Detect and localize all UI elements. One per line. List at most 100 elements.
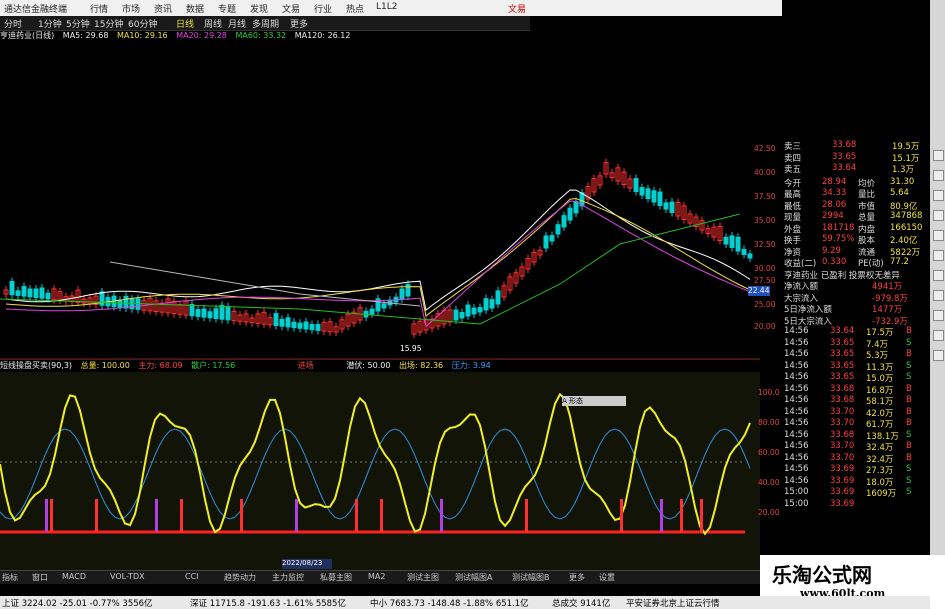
tool-icon-7[interactable]	[933, 270, 944, 281]
signal-bar	[700, 499, 703, 532]
ind-axis-0: 100.0	[758, 388, 780, 397]
tick-row: 14:56 33.64 17.5万 B	[782, 326, 930, 338]
tick-row-cell: B	[906, 349, 912, 359]
tab-9[interactable]: 测试主图	[407, 572, 439, 583]
tab-13[interactable]: 设置	[599, 572, 615, 583]
tick-row-cell: S	[906, 337, 912, 348]
tab-6[interactable]: 主力监控	[272, 572, 304, 583]
stat-row-cell: 最高	[784, 190, 802, 200]
tool-icon-10[interactable]	[933, 330, 944, 341]
tick-row: 14:56 33.69 27.3万 S	[782, 464, 930, 476]
period-button-1[interactable]: 1分钟	[38, 17, 62, 30]
candle	[483, 298, 489, 311]
tick-row-cell: 14:56	[784, 349, 809, 359]
menu-item-1[interactable]: 市场	[122, 2, 140, 15]
signal-bar	[680, 499, 683, 532]
tool-icon-8[interactable]	[933, 290, 944, 301]
tick-row-cell: 33.70	[830, 418, 855, 428]
stat-row-cell: 59.75%	[822, 234, 855, 244]
tab-8[interactable]: MA2	[368, 572, 385, 581]
tab-7[interactable]: 私募主图	[320, 572, 352, 583]
indicator-name[interactable]: 短线操盘买卖(90,3)	[0, 361, 72, 370]
tick-row: 15:00 33.69 1609万 S	[782, 487, 930, 499]
period-button-9[interactable]: 更多	[290, 17, 308, 30]
tick-row-cell: 5.3万	[866, 351, 889, 361]
candle	[195, 309, 201, 317]
tick-row-cell: B	[906, 395, 912, 405]
tool-icon-1[interactable]	[933, 150, 944, 161]
tab-12[interactable]: 更多	[569, 572, 585, 583]
tick-row: 14:56 33.69 18.0万 S	[782, 476, 930, 488]
tick-row: 14:56 33.65 11.3万 S	[782, 360, 930, 373]
pattern-popup[interactable]: A 形态	[562, 396, 626, 406]
menu-item-7[interactable]: 行业	[314, 2, 332, 15]
period-button-7[interactable]: 月线	[228, 17, 246, 30]
candle	[315, 324, 321, 331]
candle	[489, 299, 495, 309]
menu-item-6[interactable]: 文易	[282, 2, 300, 15]
period-button-0[interactable]: 分时	[4, 17, 22, 30]
menu-item-3[interactable]: 数据	[186, 2, 204, 15]
flow-row: 净流入额 4941万	[782, 280, 930, 292]
tool-icon-11[interactable]	[933, 350, 944, 361]
flow-row-cell: 5日大宗流入	[784, 316, 832, 327]
period-button-6[interactable]: 周线	[204, 17, 222, 30]
tool-icon-4[interactable]	[933, 210, 944, 221]
tick-row: 14:56 33.65 5.3万 B	[782, 349, 930, 361]
ma20-value: MA20: 29.28	[176, 31, 227, 40]
stat-row: 换手 59.75% 股本 2.40亿	[782, 234, 930, 246]
candle	[309, 324, 315, 331]
signal-bar	[380, 499, 383, 532]
candle	[285, 317, 291, 328]
date-cursor-label: 2022/08/23	[282, 559, 332, 569]
company-row: 亨迪药业 已盈利 投票权无差异	[782, 269, 930, 281]
tab-5[interactable]: 趋势动力	[224, 572, 256, 583]
stat-row-cell: 市值	[858, 201, 876, 212]
tick-row: 14:56 33.68 16.8万 B	[782, 384, 930, 396]
tool-icon-6[interactable]	[933, 250, 944, 261]
price-axis-5: 30.00	[754, 264, 776, 273]
period-button-5[interactable]: 日线	[176, 17, 194, 30]
signal-bar	[155, 499, 158, 532]
candle	[399, 288, 405, 300]
flow-row-cell: 大宗流入	[784, 293, 819, 304]
menu-item-2[interactable]: 资讯	[154, 2, 172, 15]
period-button-3[interactable]: 15分钟	[94, 17, 123, 30]
tab-0[interactable]: 指标	[2, 572, 18, 583]
chart-canvas[interactable]	[0, 44, 782, 570]
tab-11[interactable]: 测试幅图B	[512, 572, 550, 583]
tab-3[interactable]: VOL-TDX	[110, 572, 145, 581]
menu-item-0[interactable]: 行情	[90, 2, 108, 15]
indicator-legend: 短线操盘买卖(90,3) 总量: 100.00 主力: 68.09 散户: 17…	[0, 360, 760, 372]
tick-row-cell: 14:56	[784, 452, 809, 463]
candle	[735, 236, 741, 252]
candle	[459, 311, 465, 319]
flow-row: 5日净流入额 1477万	[782, 303, 930, 315]
tab-2[interactable]: MACD	[62, 572, 86, 581]
sell-row-cell: 卖四	[784, 153, 802, 164]
menu-item-5[interactable]: 发现	[250, 2, 268, 15]
tab-1[interactable]: 窗口	[32, 572, 48, 583]
tool-icon-5[interactable]	[933, 230, 944, 241]
period-button-2[interactable]: 5分钟	[66, 17, 90, 30]
period-button-4[interactable]: 60分钟	[128, 17, 157, 30]
menu-item-9[interactable]: L1L2	[376, 2, 397, 12]
sell-row-cell: 33.64	[832, 163, 857, 173]
tick-row-cell: B	[906, 326, 912, 336]
tool-icon-3[interactable]	[933, 190, 944, 201]
tool-icon-9[interactable]	[933, 310, 944, 321]
tool-icon-2[interactable]	[933, 170, 944, 181]
tab-10[interactable]: 测试幅图A	[455, 572, 492, 583]
indicator-yali: 压力: 3.94	[451, 361, 491, 370]
candle	[303, 321, 309, 330]
tab-4[interactable]: CCI	[185, 572, 199, 581]
menu-item-4[interactable]: 专题	[218, 2, 236, 15]
top-right-link[interactable]: 文易	[508, 2, 526, 15]
tick-row-cell: S	[906, 360, 912, 371]
tick-row: 14:56 33.70 42.0万 B	[782, 407, 930, 419]
tick-row-cell: 14:56	[784, 337, 809, 348]
menu-item-8[interactable]: 热点	[346, 2, 364, 15]
period-button-8[interactable]: 多周期	[252, 17, 279, 30]
candle	[9, 280, 15, 296]
candle	[465, 304, 471, 317]
